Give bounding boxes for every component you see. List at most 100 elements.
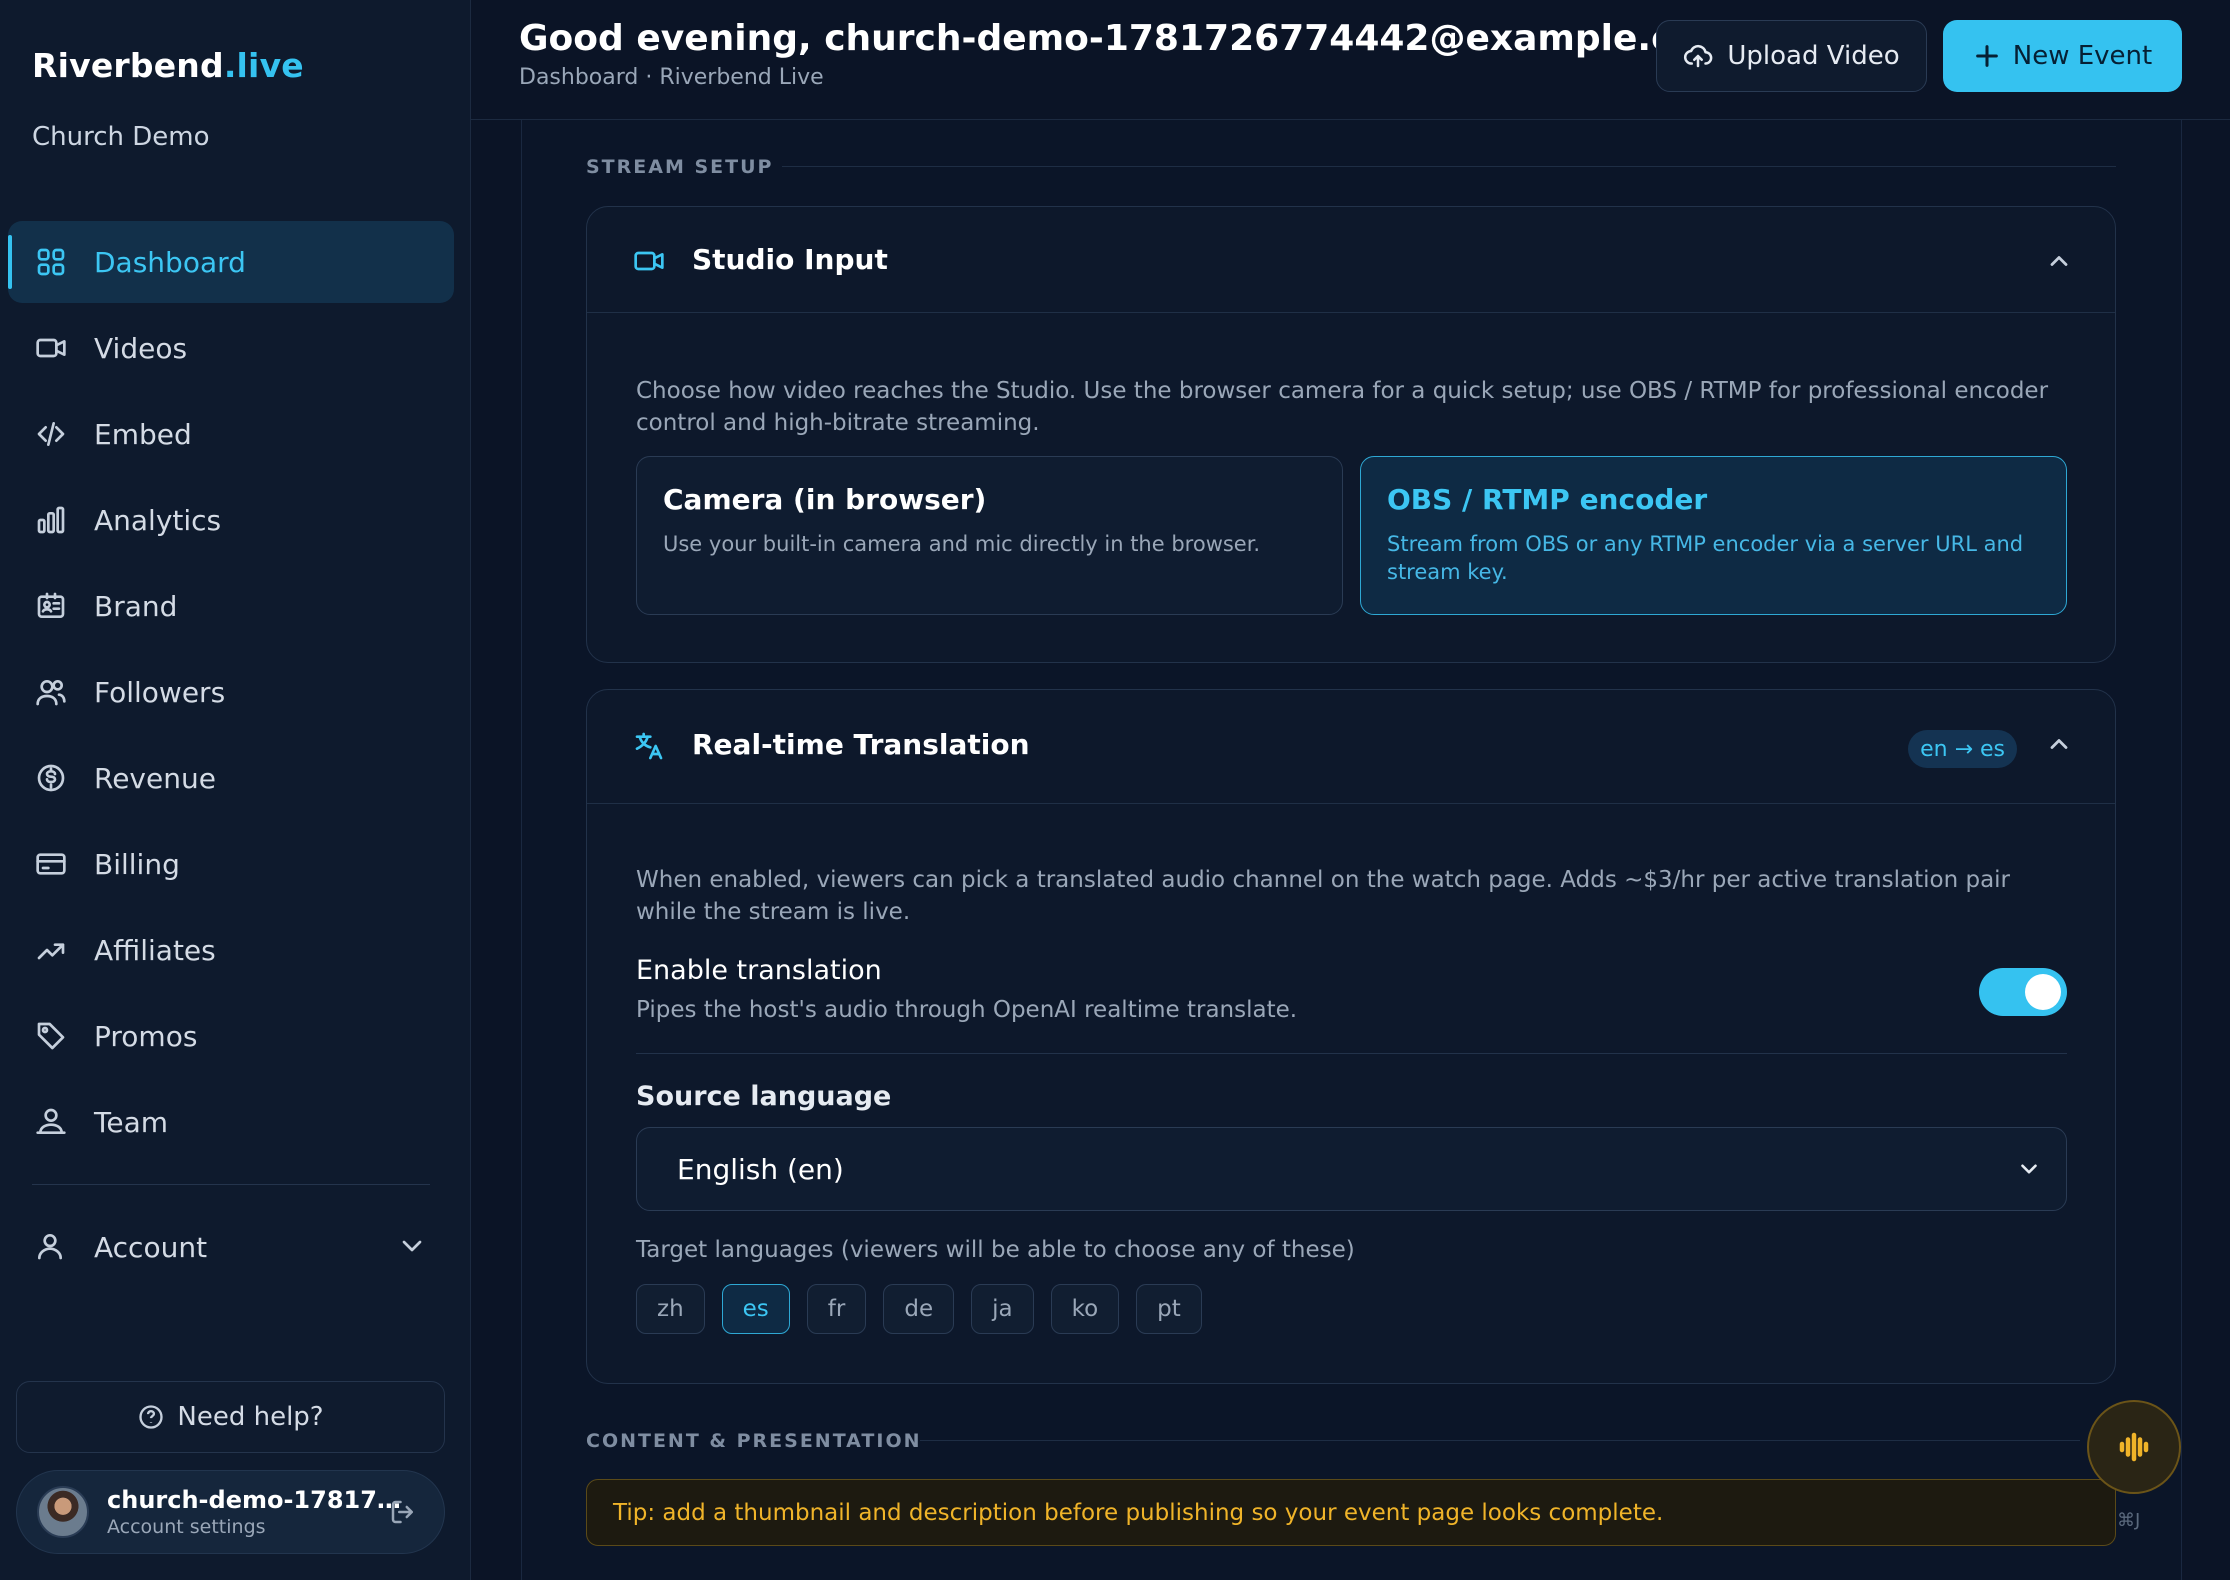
source-language-value: English (en): [677, 1152, 844, 1186]
grid-icon: [34, 245, 68, 279]
sidebar-item-revenue[interactable]: Revenue: [8, 737, 454, 819]
plus-icon: [1975, 45, 1998, 67]
chevron-down-icon: [2016, 1156, 2042, 1189]
sidebar-item-promos[interactable]: Promos: [8, 995, 454, 1077]
target-language-chip[interactable]: pt: [1136, 1284, 1202, 1334]
target-language-chip[interactable]: fr: [806, 1284, 867, 1334]
page-title: Good evening, church-demo-1781726774442@…: [519, 18, 1735, 59]
sidebar-item-label: Embed: [94, 417, 192, 451]
account-settings-card[interactable]: church-demo-17817… Account settings: [16, 1470, 445, 1554]
sidebar-item-label: Followers: [94, 675, 226, 709]
translation-title: Real-time Translation: [692, 728, 1030, 761]
sidebar-item-team[interactable]: Team: [8, 1081, 454, 1163]
audio-waveform-icon: [2119, 1432, 2149, 1462]
obs-option-sub: Stream from OBS or any RTMP encoder via …: [1387, 532, 2024, 584]
enable-translation-sub: Pipes the host's audio through OpenAI re…: [636, 997, 1298, 1023]
sidebar-item-label: Team: [94, 1105, 169, 1139]
section-label-content: CONTENT & PRESENTATION: [586, 1430, 922, 1452]
keyboard-shortcut-hint: ⌘J: [2117, 1510, 2141, 1531]
sidebar-item-label: Brand: [94, 589, 178, 623]
divider: [636, 1053, 2067, 1054]
sidebar-item-label: Promos: [94, 1019, 198, 1053]
studio-input-title: Studio Input: [692, 243, 888, 276]
video-icon: [34, 331, 68, 365]
id-card-icon: [34, 589, 68, 623]
camera-option-title: Camera (in browser): [663, 483, 987, 516]
translation-header[interactable]: Real-time Translation en → es: [587, 690, 2115, 804]
source-language-label: Source language: [636, 1081, 892, 1112]
user-sub: Account settings: [107, 1516, 266, 1538]
new-event-button[interactable]: New Event: [1943, 20, 2182, 92]
language-pair-badge: en → es: [1908, 730, 2017, 768]
target-language-chip[interactable]: ja: [971, 1284, 1034, 1334]
top-header: Good evening, church-demo-1781726774442@…: [471, 0, 2230, 120]
tag-icon: [34, 1019, 68, 1053]
target-languages-label: Target languages (viewers will be able t…: [636, 1237, 1355, 1263]
bar-chart-icon: [34, 503, 68, 537]
logout-icon[interactable]: [388, 1497, 418, 1531]
sidebar-item-followers[interactable]: Followers: [8, 651, 454, 733]
upload-video-button[interactable]: Upload Video: [1656, 20, 1927, 92]
sidebar-divider: [32, 1184, 430, 1185]
chevron-up-icon[interactable]: [2045, 247, 2073, 279]
sidebar-item-analytics[interactable]: Analytics: [8, 479, 454, 561]
translation-card: Real-time Translation en → es When enabl…: [586, 689, 2116, 1384]
sidebar-item-label: Dashboard: [94, 245, 246, 279]
source-language-select[interactable]: English (en): [636, 1127, 2067, 1211]
sidebar-item-embed[interactable]: Embed: [8, 393, 454, 475]
studio-input-header[interactable]: Studio Input: [587, 207, 2115, 313]
studio-input-card: Studio Input Choose how video reaches th…: [586, 206, 2116, 663]
user-icon: [34, 1230, 68, 1264]
sidebar-item-billing[interactable]: Billing: [8, 823, 454, 905]
sidebar-item-videos[interactable]: Videos: [8, 307, 454, 389]
sidebar-item-label: Revenue: [94, 761, 216, 795]
need-help-label: Need help?: [177, 1402, 324, 1432]
trending-up-icon: [34, 933, 68, 967]
enable-translation-title: Enable translation: [636, 955, 882, 986]
obs-option-title: OBS / RTMP encoder: [1387, 483, 1708, 516]
sidebar-item-brand[interactable]: Brand: [8, 565, 454, 647]
users-icon: [34, 675, 68, 709]
sidebar: Riverbend.live Church Demo Dashboard Vid…: [0, 0, 471, 1580]
brand-logo[interactable]: Riverbend.live: [32, 46, 304, 85]
sidebar-item-account[interactable]: Account: [8, 1206, 454, 1288]
tip-banner: Tip: add a thumbnail and description bef…: [586, 1479, 2116, 1546]
target-language-chip[interactable]: de: [883, 1284, 955, 1334]
translate-icon: [633, 730, 665, 762]
code-icon: [34, 417, 68, 451]
section-label-stream-setup: STREAM SETUP: [586, 156, 774, 178]
upload-video-label: Upload Video: [1727, 41, 1900, 71]
new-event-label: New Event: [2012, 41, 2153, 71]
user-name: church-demo-17817…: [107, 1486, 401, 1514]
translation-description: When enabled, viewers can pick a transla…: [636, 867, 2011, 925]
sidebar-item-affiliates[interactable]: Affiliates: [8, 909, 454, 991]
target-language-chips: zh es fr de ja ko pt: [636, 1284, 1202, 1334]
video-icon: [633, 245, 665, 277]
sidebar-item-dashboard[interactable]: Dashboard: [8, 221, 454, 303]
target-language-chip[interactable]: ko: [1050, 1284, 1120, 1334]
chevron-down-icon: [396, 1230, 428, 1269]
avatar: [37, 1486, 89, 1538]
voice-assistant-button[interactable]: [2087, 1400, 2181, 1494]
team-icon: [34, 1105, 68, 1139]
cloud-upload-icon: [1684, 44, 1713, 68]
sidebar-item-label: Analytics: [94, 503, 222, 537]
studio-input-description: Choose how video reaches the Studio. Use…: [636, 378, 2049, 436]
obs-rtmp-option[interactable]: OBS / RTMP encoder Stream from OBS or an…: [1360, 456, 2067, 615]
enable-translation-toggle[interactable]: [1979, 968, 2067, 1016]
toggle-knob: [2025, 974, 2061, 1010]
target-language-chip[interactable]: zh: [636, 1284, 705, 1334]
sidebar-item-label: Billing: [94, 847, 180, 881]
org-name: Church Demo: [32, 122, 210, 152]
chevron-up-icon[interactable]: [2045, 730, 2073, 762]
help-circle-icon: [139, 1405, 164, 1429]
target-language-chip[interactable]: es: [721, 1284, 790, 1334]
camera-option-sub: Use your built-in camera and mic directl…: [663, 532, 1261, 556]
section-divider: [782, 166, 2116, 167]
sidebar-item-label: Account: [94, 1230, 208, 1264]
section-divider: [920, 1440, 2080, 1441]
need-help-button[interactable]: Need help?: [16, 1381, 445, 1453]
camera-option[interactable]: Camera (in browser) Use your built-in ca…: [636, 456, 1343, 615]
sidebar-nav: Dashboard Videos Embed Analytics Brand F…: [8, 221, 454, 1167]
credit-card-icon: [34, 847, 68, 881]
